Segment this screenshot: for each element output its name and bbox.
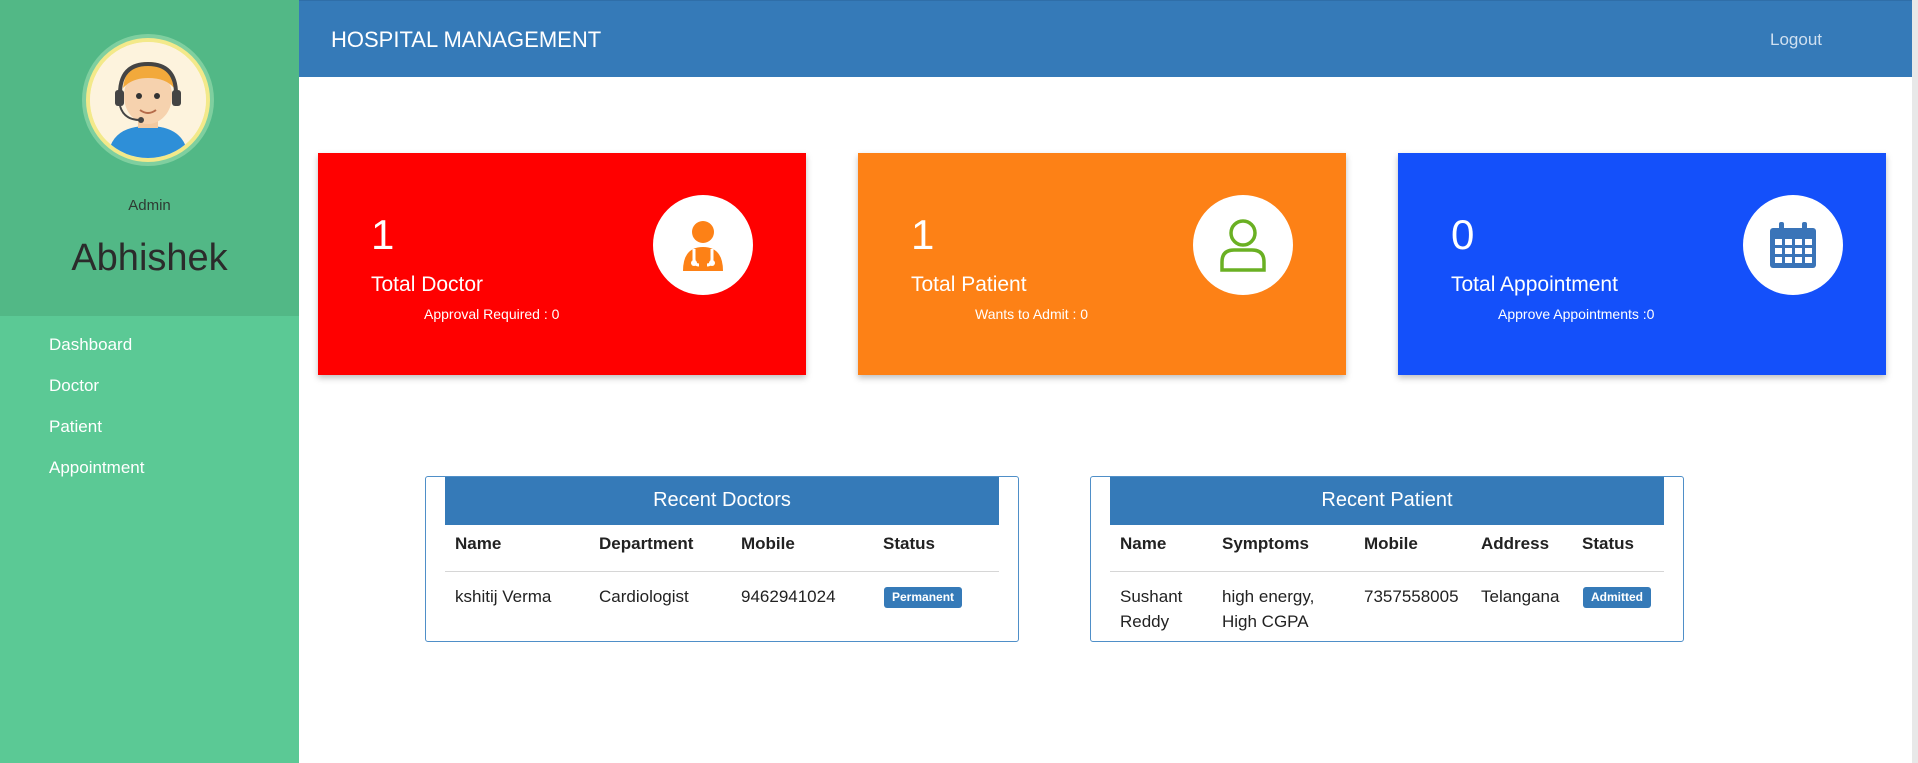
patient-symptoms-line1: high energy, <box>1222 587 1315 606</box>
recent-doctors-panel: Recent Doctors Name Department Mobile St… <box>425 476 1019 642</box>
app-title: HOSPITAL MANAGEMENT <box>331 27 602 52</box>
sidebar-item-doctor[interactable]: Doctor <box>49 375 144 416</box>
table-divider <box>1110 571 1664 572</box>
avatar-icon <box>86 38 210 162</box>
status-badge: Permanent <box>884 587 963 608</box>
appointment-label: Total Appointment <box>1451 273 1618 296</box>
user-role: Admin <box>128 197 171 214</box>
sidebar: Admin Abhishek Dashboard Doctor Patient … <box>0 0 299 763</box>
doctor-label: Total Doctor <box>371 273 484 296</box>
user-icon <box>1193 195 1293 295</box>
logout-link[interactable]: Logout <box>1770 30 1822 50</box>
doctor-approval-text: Approval Required : 0 <box>424 306 560 322</box>
user-name: Abhishek <box>71 237 228 279</box>
col-symptoms: Symptoms <box>1222 534 1309 553</box>
recent-doctors-title: Recent Doctors <box>445 477 999 525</box>
doctor-mobile: 9462941024 <box>741 587 836 606</box>
total-doctor-card: 1 Total Doctor Approval Required : 0 <box>318 153 806 375</box>
sidebar-item-dashboard[interactable]: Dashboard <box>49 334 144 375</box>
patient-name-line1: Sushant <box>1120 587 1183 606</box>
calendar-icon <box>1743 195 1843 295</box>
patient-name: Sushant Reddy <box>1120 584 1182 634</box>
col-address: Address <box>1481 534 1550 553</box>
doctor-department: Cardiologist <box>599 587 689 606</box>
table-divider <box>445 571 999 572</box>
patient-count: 1 <box>911 211 935 258</box>
recent-patients-title: Recent Patient <box>1110 477 1664 525</box>
patient-address: Telangana <box>1481 587 1560 606</box>
recent-patients-panel: Recent Patient Name Symptoms Mobile Addr… <box>1090 476 1684 642</box>
sidebar-item-appointment[interactable]: Appointment <box>49 457 144 498</box>
appointment-approve-text: Approve Appointments :0 <box>1498 306 1655 322</box>
status-badge: Admitted <box>1583 587 1651 608</box>
patient-name-line2: Reddy <box>1120 612 1170 631</box>
col-name: Name <box>455 534 502 553</box>
col-mobile: Mobile <box>1364 534 1418 553</box>
doctor-icon <box>653 195 753 295</box>
patient-admit-text: Wants to Admit : 0 <box>975 306 1089 322</box>
sidebar-nav: Dashboard Doctor Patient Appointment <box>49 334 144 498</box>
patient-mobile: 7357558005 <box>1364 587 1459 606</box>
patient-label: Total Patient <box>911 273 1027 296</box>
profile-section: Admin Abhishek <box>0 0 299 316</box>
appointment-count: 0 <box>1451 211 1475 258</box>
avatar <box>82 34 214 166</box>
doctor-name: kshitij Verma <box>455 587 552 606</box>
scrollbar[interactable] <box>1912 0 1918 763</box>
total-patient-card: 1 Total Patient Wants to Admit : 0 <box>858 153 1346 375</box>
top-header: HOSPITAL MANAGEMENT Logout <box>299 0 1912 77</box>
patient-symptoms-line2: High CGPA <box>1222 612 1309 631</box>
doctor-count: 1 <box>371 211 395 258</box>
sidebar-item-patient[interactable]: Patient <box>49 416 144 457</box>
col-department: Department <box>599 534 694 553</box>
col-status: Status <box>883 534 935 553</box>
col-status: Status <box>1582 534 1634 553</box>
col-name: Name <box>1120 534 1167 553</box>
total-appointment-card: 0 Total Appointment Approve Appointments… <box>1398 153 1886 375</box>
col-mobile: Mobile <box>741 534 795 553</box>
patient-symptoms: high energy, High CGPA <box>1222 584 1314 634</box>
